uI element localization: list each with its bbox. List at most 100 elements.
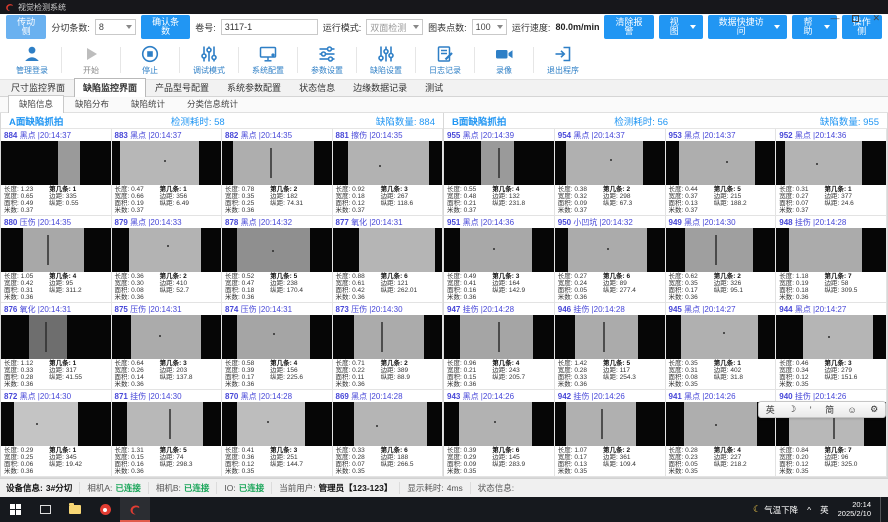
defect-cell-872[interactable]: 872 黑点 |20:14:30长度: 0.29宽度: 0.25面积: 0.06… — [1, 390, 112, 477]
subtab-1[interactable]: 缺陷分布 — [64, 95, 120, 112]
action-sliders-v-button[interactable]: 缺陷设置 — [360, 44, 412, 76]
defect-cell-874[interactable]: 874 压伤 |20:14:31长度: 0.58宽度: 0.39面积: 0.17… — [222, 303, 333, 390]
drive-side-button[interactable]: 传动侧 — [6, 15, 46, 39]
defect-thumbnail[interactable] — [1, 315, 111, 359]
defect-cell-954[interactable]: 954 黑点 |20:14:37长度: 0.38宽度: 0.32面积: 0.09… — [555, 129, 666, 216]
defect-thumbnail[interactable] — [333, 141, 443, 185]
run-mode-select[interactable]: 双面检测 — [366, 19, 423, 35]
clear-alarm-button[interactable]: 清除报警 — [604, 15, 653, 39]
defect-thumbnail[interactable] — [222, 402, 332, 446]
defect-thumbnail[interactable] — [112, 141, 222, 185]
start-button[interactable] — [0, 497, 30, 522]
view-menu-button[interactable]: 视图 — [659, 15, 703, 39]
defect-cell-943[interactable]: 943 黑点 |20:14:26长度: 0.39宽度: 0.29面积: 0.09… — [444, 390, 555, 477]
defect-thumbnail[interactable] — [333, 228, 443, 272]
defect-thumbnail[interactable] — [444, 315, 554, 359]
data-shortcut-menu-button[interactable]: 数据快捷访问 — [708, 15, 787, 39]
defect-thumbnail[interactable] — [555, 315, 665, 359]
defect-cell-875[interactable]: 875 压伤 |20:14:31长度: 0.64宽度: 0.26面积: 0.14… — [112, 303, 223, 390]
tab-3[interactable]: 系统参数配置 — [218, 78, 290, 96]
defect-thumbnail[interactable] — [666, 315, 776, 359]
input-language-indicator[interactable]: 英 — [820, 504, 829, 516]
action-sliders-h-button[interactable]: 参数设置 — [301, 44, 353, 76]
slit-count-select[interactable]: 8 — [95, 19, 136, 35]
tab-4[interactable]: 状态信息 — [290, 78, 344, 96]
defect-thumbnail[interactable] — [222, 315, 332, 359]
defect-cell-880[interactable]: 880 压伤 |20:14:35长度: 1.05宽度: 0.42面积: 0.31… — [1, 216, 112, 303]
tab-6[interactable]: 测试 — [416, 78, 452, 96]
defect-cell-881[interactable]: 881 擦伤 |20:14:35长度: 0.92宽度: 0.18面积: 0.12… — [333, 129, 444, 216]
defect-thumbnail[interactable] — [333, 315, 443, 359]
defect-cell-877[interactable]: 877 氧化 |20:14:31长度: 0.88宽度: 0.61面积: 0.42… — [333, 216, 444, 303]
ime-moon-icon[interactable]: ☽ — [788, 404, 796, 415]
pinned-app-button[interactable] — [90, 497, 120, 522]
defect-thumbnail[interactable] — [776, 228, 886, 272]
defect-cell-876[interactable]: 876 氧化 |20:14:31长度: 1.12宽度: 0.33面积: 0.28… — [1, 303, 112, 390]
defect-cell-884[interactable]: 884 黑点 |20:14:37长度: 1.23宽度: 0.65面积: 0.49… — [1, 129, 112, 216]
defect-cell-951[interactable]: 951 黑点 |20:14:36长度: 0.49宽度: 0.41面积: 0.16… — [444, 216, 555, 303]
defect-cell-879[interactable]: 879 黑点 |20:14:33长度: 0.36宽度: 0.30面积: 0.08… — [112, 216, 223, 303]
defect-cell-873[interactable]: 873 压伤 |20:14:30长度: 0.71宽度: 0.22面积: 0.11… — [333, 303, 444, 390]
defect-thumbnail[interactable] — [555, 141, 665, 185]
action-user-button[interactable]: 管理登录 — [6, 44, 58, 76]
defect-cell-949[interactable]: 949 黑点 |20:14:30长度: 0.62宽度: 0.35面积: 0.17… — [666, 216, 777, 303]
defect-cell-952[interactable]: 952 黑点 |20:14:36长度: 0.31宽度: 0.27面积: 0.07… — [776, 129, 887, 216]
defect-cell-953[interactable]: 953 黑点 |20:14:37长度: 0.44宽度: 0.37面积: 0.13… — [666, 129, 777, 216]
ime-settings-icon[interactable]: ⚙ — [870, 404, 878, 415]
action-tune-button[interactable]: 调试模式 — [183, 44, 235, 76]
subtab-2[interactable]: 缺陷统计 — [120, 95, 176, 112]
defect-thumbnail[interactable] — [1, 141, 111, 185]
running-app-button[interactable] — [120, 497, 150, 522]
tray-expand-button[interactable]: ^ — [807, 505, 811, 515]
ime-emoji-icon[interactable]: ☺ — [848, 405, 857, 415]
defect-cell-869[interactable]: 869 黑点 |20:14:28长度: 0.33宽度: 0.28面积: 0.07… — [333, 390, 444, 477]
action-exit-button[interactable]: 退出程序 — [537, 44, 589, 76]
defect-thumbnail[interactable] — [776, 141, 886, 185]
ime-lang-toggle[interactable]: 英 — [766, 403, 775, 416]
defect-cell-945[interactable]: 945 黑点 |20:14:27长度: 0.35宽度: 0.31面积: 0.08… — [666, 303, 777, 390]
chart-points-select[interactable]: 100 — [472, 19, 507, 35]
action-play-button[interactable]: 开始 — [65, 44, 117, 76]
show-desktop-button[interactable] — [880, 497, 884, 522]
clock[interactable]: 20:14 2025/2/10 — [838, 501, 871, 518]
ime-toolbar[interactable]: 英☽’简☺⚙ — [758, 401, 886, 418]
close-button[interactable]: ✕ — [872, 13, 880, 23]
subtab-3[interactable]: 分类信息统计 — [176, 95, 249, 112]
defect-thumbnail[interactable] — [444, 228, 554, 272]
defect-cell-871[interactable]: 871 挂伤 |20:14:30长度: 1.31宽度: 0.15面积: 0.16… — [112, 390, 223, 477]
defect-thumbnail[interactable] — [555, 402, 665, 446]
defect-cell-883[interactable]: 883 黑点 |20:14:37长度: 0.47宽度: 0.66面积: 0.19… — [112, 129, 223, 216]
weather-widget[interactable]: ☾ 气温下降 — [753, 504, 798, 516]
defect-cell-950[interactable]: 950 小凹坑 |20:14:32长度: 0.27宽度: 0.24面积: 0.0… — [555, 216, 666, 303]
roll-number-input[interactable] — [221, 19, 318, 35]
defect-thumbnail[interactable] — [112, 402, 222, 446]
defect-thumbnail[interactable] — [1, 228, 111, 272]
defect-cell-947[interactable]: 947 挂伤 |20:14:28长度: 0.96宽度: 0.21面积: 0.15… — [444, 303, 555, 390]
defect-thumbnail[interactable] — [222, 228, 332, 272]
defect-thumbnail[interactable] — [666, 141, 776, 185]
confirm-count-button[interactable]: 确认条数 — [141, 15, 190, 39]
defect-thumbnail[interactable] — [222, 141, 332, 185]
defect-cell-882[interactable]: 882 黑点 |20:14:35长度: 0.78宽度: 0.35面积: 0.25… — [222, 129, 333, 216]
subtab-0[interactable]: 缺陷信息 — [8, 95, 64, 113]
maximize-button[interactable] — [852, 15, 859, 22]
defect-cell-942[interactable]: 942 挂伤 |20:14:26长度: 1.07宽度: 0.17面积: 0.13… — [555, 390, 666, 477]
action-log-button[interactable]: 日志记录 — [419, 44, 471, 76]
defect-cell-948[interactable]: 948 挂伤 |20:14:28长度: 1.18宽度: 0.19面积: 0.18… — [776, 216, 887, 303]
action-monitor-button[interactable]: 系统配置 — [242, 44, 294, 76]
defect-thumbnail[interactable] — [1, 402, 111, 446]
tab-2[interactable]: 产品型号配置 — [146, 78, 218, 96]
defect-cell-870[interactable]: 870 黑点 |20:14:28长度: 0.41宽度: 0.36面积: 0.12… — [222, 390, 333, 477]
defect-thumbnail[interactable] — [555, 228, 665, 272]
defect-cell-944[interactable]: 944 黑点 |20:14:27长度: 0.46宽度: 0.34面积: 0.12… — [776, 303, 887, 390]
action-camera-button[interactable]: 录像 — [478, 44, 530, 76]
defect-cell-946[interactable]: 946 挂伤 |20:14:28长度: 1.42宽度: 0.28面积: 0.33… — [555, 303, 666, 390]
tab-5[interactable]: 边缘数据记录 — [344, 78, 416, 96]
minimize-button[interactable]: — — [830, 13, 839, 23]
defect-thumbnail[interactable] — [776, 315, 886, 359]
defect-cell-878[interactable]: 878 黑点 |20:14:32长度: 0.52宽度: 0.47面积: 0.18… — [222, 216, 333, 303]
task-view-button[interactable] — [30, 497, 60, 522]
defect-thumbnail[interactable] — [444, 402, 554, 446]
file-explorer-button[interactable] — [60, 497, 90, 522]
defect-thumbnail[interactable] — [666, 228, 776, 272]
